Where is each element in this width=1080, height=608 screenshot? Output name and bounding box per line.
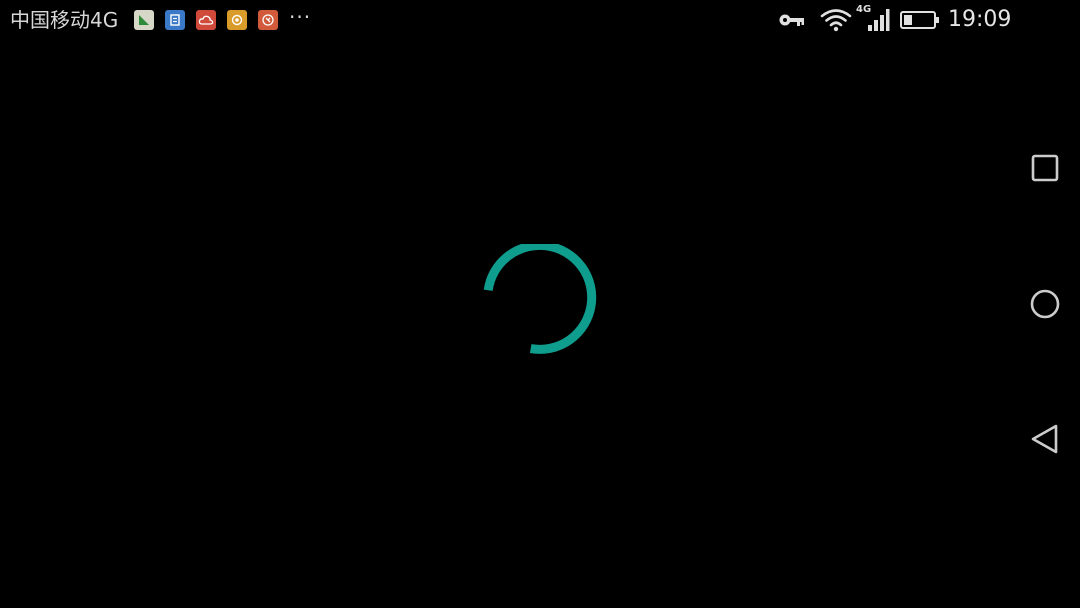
system-status-icons: 4G 19:09 [778, 4, 1012, 34]
camera-app-icon [227, 10, 247, 30]
status-clock: 19:09 [948, 7, 1012, 32]
square-icon [1031, 154, 1059, 182]
screen: 中国移动4G ··· 4G 19:09 [0, 0, 1080, 608]
battery-icon [900, 11, 939, 29]
wifi-icon [820, 9, 852, 32]
navigation-bar [1010, 40, 1080, 608]
signal-icon: 4G [856, 4, 890, 34]
back-button[interactable] [1025, 419, 1065, 459]
document-app-icon [165, 10, 185, 30]
notification-icons: ··· [134, 7, 311, 30]
circle-icon [1030, 289, 1060, 319]
recent-apps-button[interactable] [1025, 148, 1065, 188]
status-bar: 中国移动4G ··· 4G 19:09 [0, 0, 1080, 40]
vpn-key-icon [779, 14, 804, 26]
triangle-back-icon [1031, 424, 1058, 454]
cloud-app-icon [196, 10, 216, 30]
browser-app-icon [258, 10, 278, 30]
carrier-name: 中国移动4G [10, 8, 119, 32]
overflow-indicator[interactable]: ··· [289, 7, 311, 27]
loading-spinner [483, 244, 597, 354]
home-button[interactable] [1025, 284, 1065, 324]
sheets-app-icon [134, 10, 154, 30]
